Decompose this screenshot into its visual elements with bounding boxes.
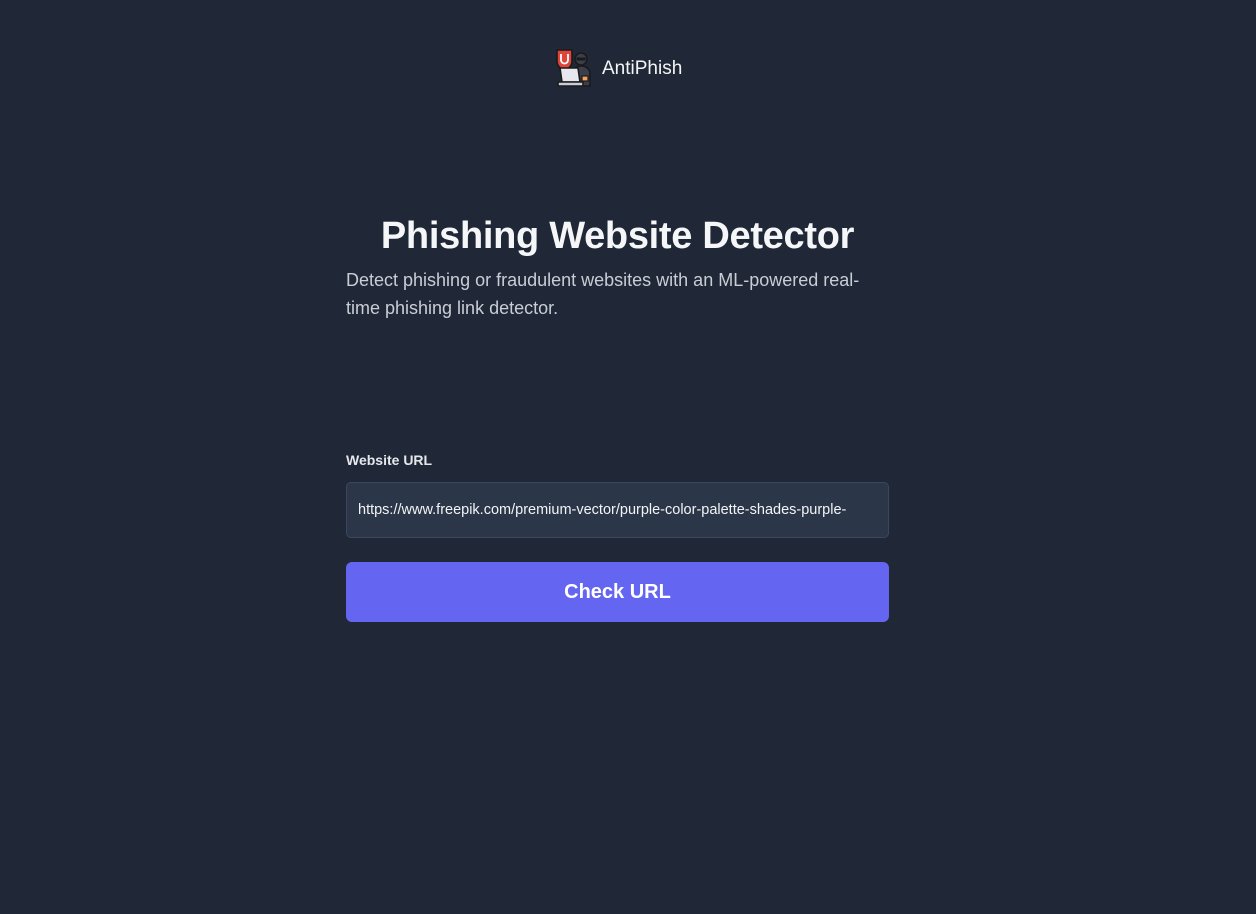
page-subtitle: Detect phishing or fraudulent websites w… — [346, 270, 860, 318]
url-input[interactable] — [346, 482, 889, 538]
hero-section: Phishing Website Detector Detect phishin… — [346, 212, 889, 322]
check-url-button[interactable]: Check URL — [346, 562, 889, 622]
page: AntiPhish Phishing Website Detector Dete… — [0, 0, 1256, 914]
url-field-label: Website URL — [346, 452, 433, 468]
url-check-form: Website URL Check URL — [346, 450, 889, 622]
brand-name: AntiPhish — [602, 57, 683, 79]
brand-link[interactable]: AntiPhish — [555, 48, 682, 88]
page-title: Phishing Website Detector — [380, 215, 855, 257]
hacker-laptop-shield-icon — [556, 49, 591, 87]
